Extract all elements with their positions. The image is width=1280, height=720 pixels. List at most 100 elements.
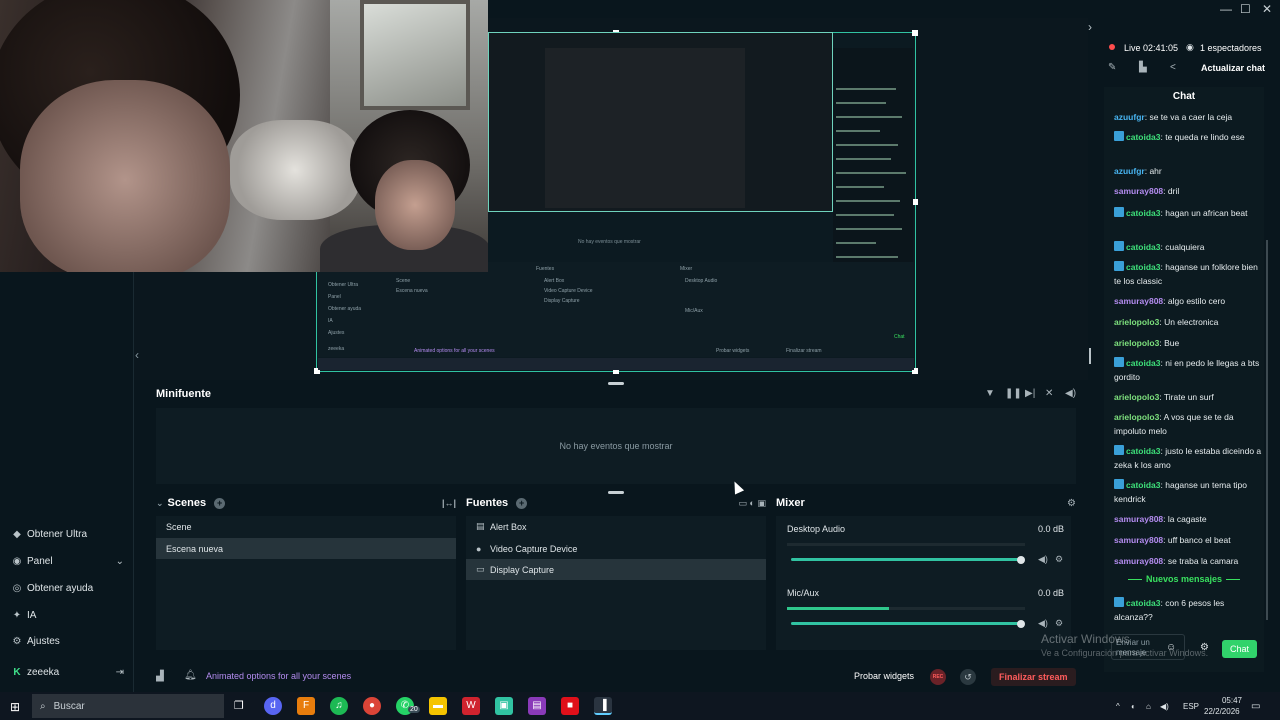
volume-tray-icon[interactable]: ◀) [1160,702,1169,711]
chat-username[interactable]: samuray808 [1114,186,1163,196]
channel-settings-icon[interactable]: ⚙ [1055,618,1063,629]
add-source-button[interactable]: + [516,497,528,509]
collapse-right-icon[interactable]: › [1088,20,1092,34]
mute-alerts-icon[interactable]: ✕ [1045,388,1053,399]
skip-icon[interactable]: ▶| [1025,388,1035,399]
chat-message: azuufgr: se te va a caer la ceja [1114,112,1233,122]
sidebar-item-ultra[interactable]: ◆ Obtener Ultra [0,523,134,545]
volume-knob[interactable] [1017,620,1025,628]
scene-item[interactable]: Scene [156,516,456,537]
file-explorer-icon[interactable]: ▬ [429,697,447,715]
speaker-icon[interactable]: ◀) [1038,554,1048,565]
chat-username[interactable]: catoida3 [1126,446,1161,456]
edit-icon[interactable]: ✎ [1108,62,1116,73]
spotify-icon[interactable]: ♫ [330,697,348,715]
logout-icon[interactable]: ⇥ [116,667,124,678]
mixer-settings-icon[interactable]: ⚙ [1067,498,1076,509]
winrar-icon[interactable]: ▤ [528,697,546,715]
chat-username[interactable]: catoida3 [1126,242,1161,252]
minimize-button[interactable]: — [1220,2,1232,16]
send-chat-button[interactable]: Chat [1222,640,1258,658]
chat-username[interactable]: arielopolo3 [1114,412,1159,422]
tray-app-icon[interactable]: ◐ [1131,702,1136,711]
chat-username[interactable]: arielopolo3 [1114,392,1159,402]
sidebar-item-settings[interactable]: ⚙ Ajustes [0,630,134,652]
chat-username[interactable]: arielopolo3 [1114,317,1159,327]
source-item[interactable]: ● Video Capture Device [466,538,766,559]
chat-username[interactable]: samuray808 [1114,514,1163,524]
network-icon[interactable]: ⌂ [1146,702,1151,711]
scene-transition-icon[interactable]: |↔| [442,498,456,508]
speaker-icon[interactable]: ◀) [1038,618,1048,629]
sidebar-item-ia[interactable]: ✦ IA [0,604,134,626]
test-widgets-button[interactable]: Probar widgets [854,671,914,681]
language-indicator[interactable]: ESP [1183,702,1199,711]
volume-slider[interactable] [791,622,1023,625]
scene-item[interactable]: Escena nueva [156,538,456,559]
chat-username[interactable]: catoida3 [1126,598,1161,608]
stats-icon[interactable]: ▟ [156,671,164,682]
task-view-icon[interactable]: ❐ [234,699,244,712]
app-icon[interactable]: ■ [561,697,579,715]
add-scene-button[interactable]: + [214,497,226,509]
end-stream-button[interactable]: Finalizar stream [991,668,1076,686]
chat-username[interactable]: samuray808 [1114,296,1163,306]
sidebar-item-help[interactable]: ◎ Obtener ayuda [0,577,134,599]
volume-slider[interactable] [791,558,1023,561]
sidebar-item-panel[interactable]: ◉ Panel ⌄ [0,550,134,572]
chat-badge-icon [1114,261,1124,271]
chat-username[interactable]: azuufgr [1114,112,1145,122]
chat-username[interactable]: catoida3 [1126,262,1161,272]
source-item[interactable]: ▭ Display Capture [466,559,766,580]
channel-settings-icon[interactable]: ⚙ [1055,554,1063,565]
chat-username[interactable]: samuray808 [1114,556,1163,566]
volume-knob[interactable] [1017,556,1025,564]
chevron-down-icon[interactable]: ⌄ [116,556,124,567]
start-icon[interactable]: ⊞ [10,700,20,714]
resize-handle[interactable] [1089,348,1091,364]
sidebar-user[interactable]: K zeeeka ⇥ [0,661,134,683]
pause-icon[interactable]: ❚❚ [1005,388,1022,399]
filter-icon[interactable]: ▼ [985,388,995,399]
notification-icon[interactable]: 🔔︎ [184,670,197,681]
footer-bar: ▟ 🔔︎ Animated options for all your scene… [134,664,1088,690]
collapse-left-icon[interactable]: ‹ [135,348,139,362]
share-icon[interactable]: < [1170,62,1176,73]
chat-username[interactable]: azuufgr [1114,166,1145,176]
chat-username[interactable]: catoida3 [1126,480,1161,490]
clock-time[interactable]: 05:47 [1212,696,1242,705]
source-tools-icon[interactable]: ▭ ◐ ▣ [739,498,766,509]
notification-center-icon[interactable]: ▭ [1251,701,1260,712]
active-app-icon[interactable]: ▐ [594,697,612,715]
new-messages-divider: Nuevos mensajes [1112,574,1256,584]
close-button[interactable]: ✕ [1262,2,1272,16]
sidebar-item-label: Obtener Ultra [27,528,88,540]
chat-username[interactable]: catoida3 [1126,132,1161,142]
clock-date[interactable]: 22/2/2026 [1204,707,1240,716]
channel-label: Mic/Aux [787,588,820,598]
rec-button[interactable]: REC [930,669,946,685]
fl-studio-icon[interactable]: F [297,697,315,715]
discord-icon[interactable]: d [264,697,282,715]
volume-icon[interactable]: ◀) [1065,388,1076,399]
promo-link[interactable]: Animated options for all your scenes [206,671,351,681]
chrome-icon[interactable]: ● [363,697,381,715]
tray-chevron-icon[interactable]: ^ [1116,702,1120,711]
refresh-chat-button[interactable]: Actualizar chat [1201,63,1265,73]
chat-username[interactable]: arielopolo3 [1114,338,1159,348]
office-icon[interactable]: W [462,697,480,715]
source-item[interactable]: ▤ Alert Box [466,516,766,537]
chat-username[interactable]: catoida3 [1126,358,1161,368]
chat-username[interactable]: samuray808 [1114,535,1163,545]
popout-icon[interactable]: ▙ [1139,62,1147,73]
collapse-icon[interactable]: ⌄ [156,498,164,509]
sources-list: ▤ Alert Box ● Video Capture Device ▭ Dis… [466,516,766,650]
taskbar-search[interactable]: ⌕ Buscar [32,694,224,718]
streamlabs-icon[interactable]: ▣ [495,697,513,715]
replay-icon[interactable]: ↺ [960,669,976,685]
maximize-button[interactable]: ☐ [1240,2,1251,16]
chat-scrollbar[interactable] [1266,240,1268,620]
chat-title: Chat [1172,91,1196,102]
chat-username[interactable]: catoida3 [1126,208,1161,218]
source-label: Display Capture [490,564,555,575]
